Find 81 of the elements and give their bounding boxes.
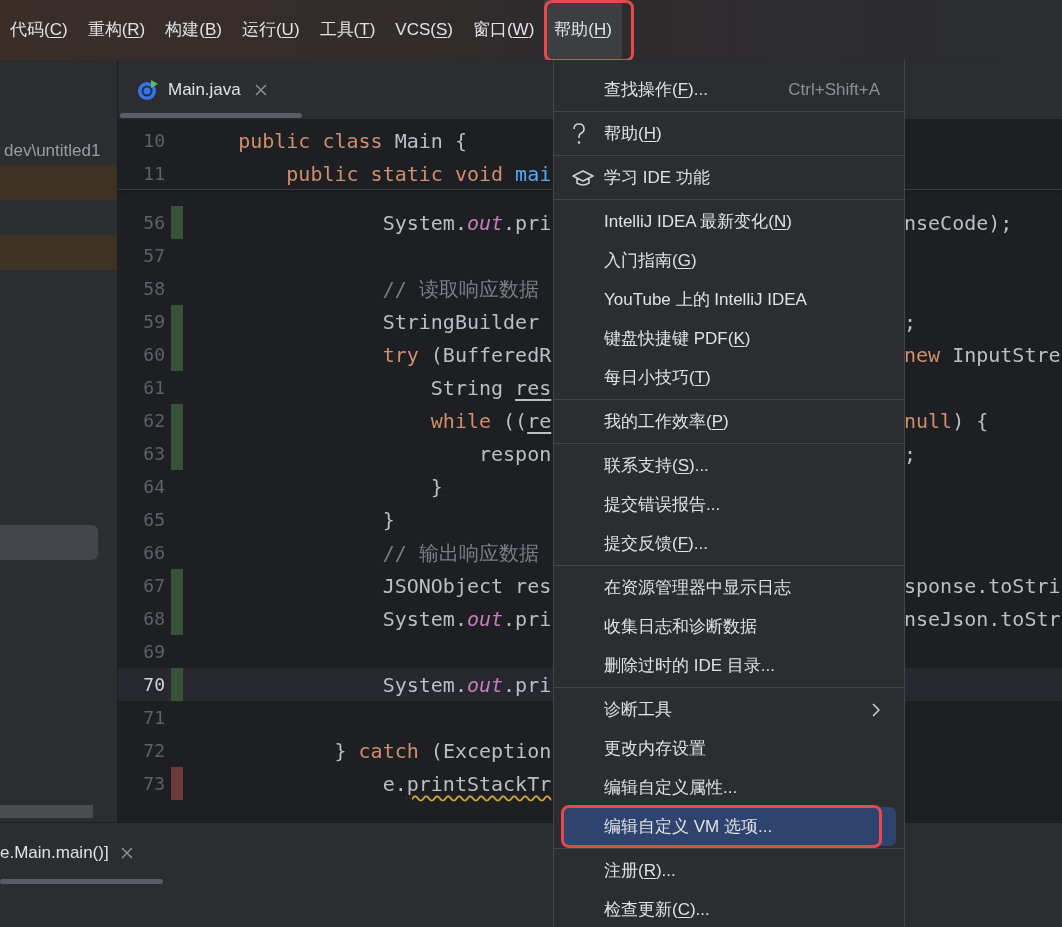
line-number: 60 xyxy=(142,343,165,367)
menu-item[interactable]: 在资源管理器中显示日志 xyxy=(562,568,896,607)
menu-item[interactable]: 注册(R)... xyxy=(562,851,896,890)
code-line: try (BufferedR xyxy=(381,342,552,367)
shortcut-text: Ctrl+Shift+A xyxy=(788,78,880,101)
menu-item[interactable]: 诊断工具 xyxy=(562,690,896,729)
menu-item[interactable]: 学习 IDE 功能 xyxy=(562,158,896,197)
code-line: System.out.pri xyxy=(381,672,552,697)
menu-bar-item[interactable]: 重构(R) xyxy=(77,0,156,60)
code-line: System.out.pri xyxy=(381,606,552,631)
menu-bar-item[interactable]: 工具(T) xyxy=(309,0,386,60)
line-number: 68 xyxy=(142,607,165,631)
line-number: 59 xyxy=(142,310,165,334)
menu-item[interactable]: 提交反馈(F)... xyxy=(562,524,896,563)
code-line: new InputStre xyxy=(904,341,1061,369)
code-line: public static void mai xyxy=(285,161,552,186)
java-class-icon xyxy=(136,77,160,102)
code-line: while ((re xyxy=(429,408,552,433)
line-number: 10 xyxy=(142,129,165,153)
line-number: 58 xyxy=(142,277,165,301)
line-number: 57 xyxy=(142,244,165,268)
line-number: 71 xyxy=(142,706,165,730)
close-icon[interactable] xyxy=(254,83,267,96)
menu-bar-item[interactable]: VCS(S) xyxy=(385,0,463,60)
code-line: sponse.toStri xyxy=(904,572,1061,600)
line-number: 70 xyxy=(142,673,165,697)
chevron-right-icon xyxy=(872,702,880,717)
code-line: } xyxy=(429,474,443,499)
code-line: // 读取响应数据 xyxy=(381,276,539,301)
code-line: } xyxy=(381,507,395,532)
menu-item[interactable]: 每日小技巧(T) xyxy=(562,358,896,397)
code-line: public class Main { xyxy=(237,128,467,153)
menu-bar-item[interactable]: 代码(C) xyxy=(0,0,78,60)
code-line: ; xyxy=(904,308,917,336)
menu-bar-item[interactable]: 窗口(W) xyxy=(462,0,545,60)
line-number: 69 xyxy=(142,640,165,664)
code-line: null) { xyxy=(904,407,989,435)
editor-tab[interactable]: Main.java xyxy=(136,76,241,103)
menu-item[interactable]: 收集日志和诊断数据 xyxy=(562,607,896,646)
menu-item[interactable]: IntelliJ IDEA 最新变化(N) xyxy=(562,202,896,241)
code-line: // 输出响应数据 xyxy=(381,540,539,565)
code-line: } catch (Exception xyxy=(333,738,552,763)
code-line: ; xyxy=(904,440,917,468)
menu-item[interactable]: 更改内存设置 xyxy=(562,729,896,768)
menu-item[interactable]: 入门指南(G) xyxy=(562,241,896,280)
graduation-cap-icon xyxy=(572,168,594,187)
line-number: 72 xyxy=(142,739,165,763)
menu-item[interactable]: 键盘快捷键 PDF(K) xyxy=(562,319,896,358)
menu-item[interactable]: 提交错误报告... xyxy=(562,485,896,524)
menu-item[interactable]: 编辑自定义属性... xyxy=(562,768,896,807)
close-icon[interactable] xyxy=(120,847,133,859)
line-number: 65 xyxy=(142,508,165,532)
line-number: 11 xyxy=(142,162,165,186)
line-number: 56 xyxy=(142,211,165,235)
run-tab[interactable]: e.Main.main()] xyxy=(0,840,109,866)
menu-item[interactable]: 检查更新(C)... xyxy=(562,890,896,927)
question-icon xyxy=(572,122,586,145)
line-number: 66 xyxy=(142,541,165,565)
menu-item[interactable]: 删除过时的 IDE 目录... xyxy=(562,646,896,685)
line-number: 63 xyxy=(142,442,165,466)
code-line: nseJson.toStr xyxy=(904,605,1061,633)
code-line: e.printStackTr xyxy=(381,771,552,796)
menu-item[interactable]: 查找操作(F)... Ctrl+Shift+A xyxy=(562,70,896,109)
menu-item[interactable]: 我的工作效率(P) xyxy=(562,402,896,441)
line-number: 73 xyxy=(142,772,165,796)
menu-bar-item[interactable]: 构建(B) xyxy=(155,0,232,60)
line-number: 67 xyxy=(142,574,165,598)
menu-item[interactable]: YouTube 上的 IntelliJ IDEA xyxy=(562,280,896,319)
code-line: String res xyxy=(429,375,552,400)
menu-item[interactable]: 帮助(H) xyxy=(562,114,896,153)
code-line: nseCode); xyxy=(904,209,1013,237)
code-line: StringBuilder xyxy=(381,309,540,334)
project-path: dev\untitled1 xyxy=(4,140,101,162)
line-number: 62 xyxy=(142,409,165,433)
line-number: 64 xyxy=(142,475,165,499)
menu-bar-item[interactable]: 运行(U) xyxy=(231,0,310,60)
menu-item[interactable]: 联系支持(S)... xyxy=(562,446,896,485)
code-line: JSONObject res xyxy=(381,573,552,598)
line-number: 61 xyxy=(142,376,165,400)
code-line: System.out.pri xyxy=(381,210,552,235)
code-line: respon xyxy=(478,441,552,466)
